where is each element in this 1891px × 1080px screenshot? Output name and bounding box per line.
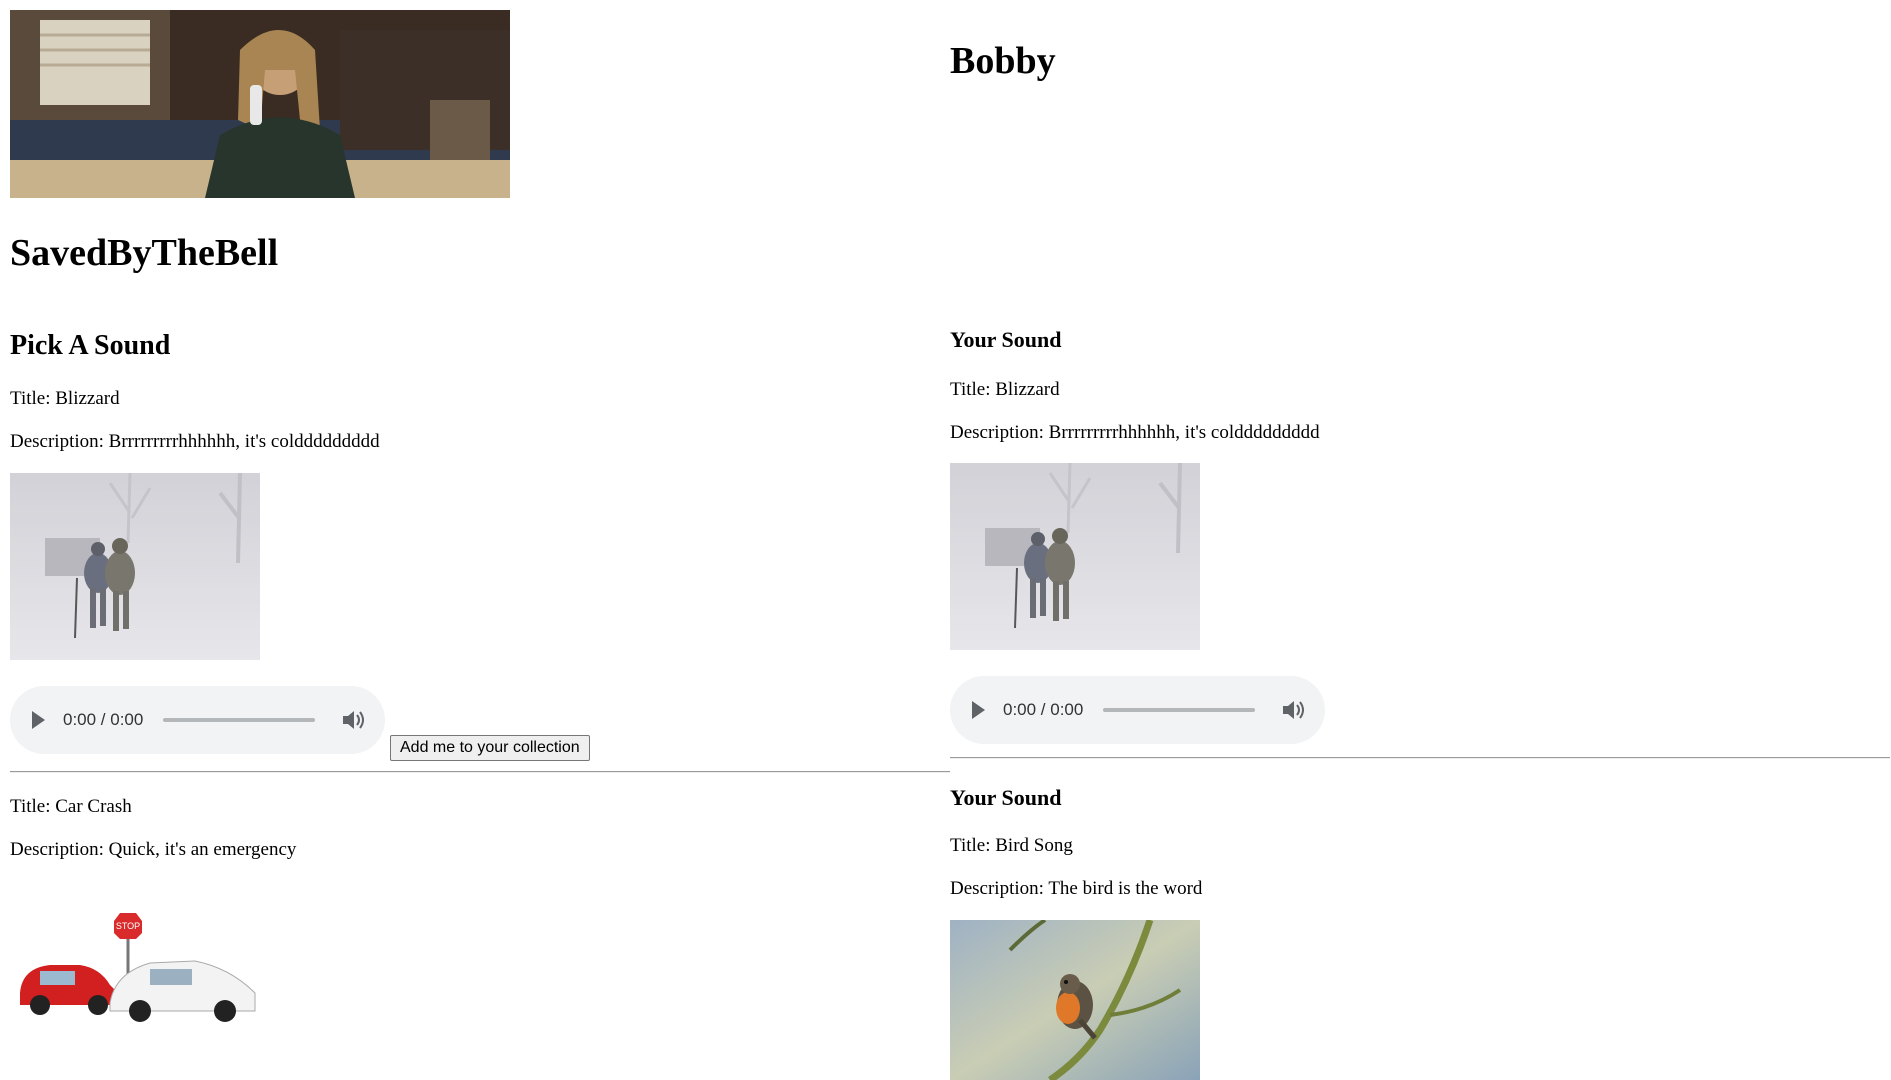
banner-image [10,10,510,198]
divider [10,771,950,773]
sound-title: Title: Bird Song [950,835,1073,856]
user-name: Bobby [950,40,1056,82]
your-sound-heading: Your Sound [950,327,1062,352]
blizzard-image [950,463,1200,650]
pick-a-sound-heading: Pick A Sound [10,330,171,361]
audio-time: 0:00 / 0:00 [1003,700,1084,719]
volume-icon[interactable] [341,709,367,731]
play-icon[interactable] [32,711,45,729]
sound-description: Description: Brrrrrrrrrhhhhhh, it's cold… [10,431,380,452]
sound-description: Description: The bird is the word [950,878,1203,899]
audio-progress-track[interactable] [1103,708,1255,712]
divider [950,757,1890,759]
your-sound-heading: Your Sound [950,785,1062,810]
add-to-collection-button[interactable]: Add me to your collection [390,735,590,761]
site-title: SavedByTheBell [10,232,279,274]
volume-icon[interactable] [1281,699,1307,721]
blizzard-image [10,473,260,660]
robin-image [950,920,1200,1080]
sound-title: Title: Blizzard [10,388,120,409]
audio-time: 0:00 / 0:00 [63,710,144,729]
sound-description: Description: Brrrrrrrrrhhhhhh, it's cold… [950,422,1320,443]
svg-text:STOP: STOP [116,921,140,931]
play-icon[interactable] [972,701,985,719]
audio-progress-track[interactable] [163,718,315,722]
audio-player[interactable]: 0:00 / 0:00 [950,676,1325,744]
sound-title: Title: Car Crash [10,796,132,817]
sound-description: Description: Quick, it's an emergency [10,839,297,860]
audio-player[interactable]: 0:00 / 0:00 [10,686,385,754]
sound-title: Title: Blizzard [950,379,1060,400]
car-crash-image: STOP [10,893,260,1080]
